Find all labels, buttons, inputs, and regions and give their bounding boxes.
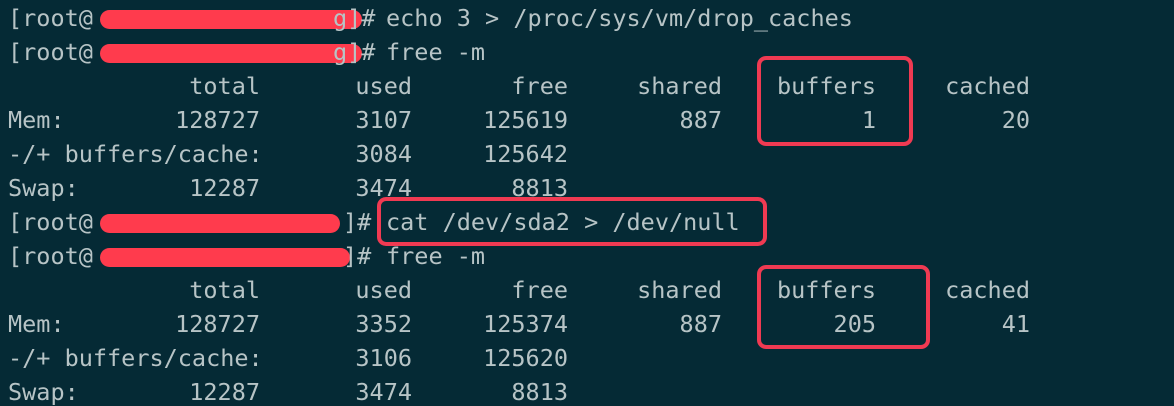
buffers-highlight-box-2 bbox=[757, 265, 930, 349]
redacted-hostname bbox=[100, 44, 362, 63]
mem-cached: 41 bbox=[1001, 310, 1030, 338]
mem-cached: 20 bbox=[1001, 106, 1030, 134]
prompt-suffix: ]# bbox=[343, 208, 372, 236]
header-used: used bbox=[355, 276, 412, 304]
row-label: -/+ buffers/cache: bbox=[8, 140, 263, 168]
mem-row: Mem: 128727 3352 125374 887 205 41 bbox=[8, 307, 1174, 341]
swap-total: 12287 bbox=[189, 174, 260, 202]
prompt-prefix: [root@ bbox=[8, 242, 93, 270]
mem-total: 128727 bbox=[175, 310, 260, 338]
buffers-highlight-box-1 bbox=[757, 56, 913, 146]
mem-shared: 887 bbox=[679, 310, 722, 338]
free-header-row: total used free shared buffers cached bbox=[8, 69, 1174, 103]
swap-row: Swap: 12287 3474 8813 bbox=[8, 375, 1174, 406]
header-free: free bbox=[511, 276, 568, 304]
free-header-row: total used free shared buffers cached bbox=[8, 273, 1174, 307]
header-shared: shared bbox=[637, 276, 722, 304]
command-line-free-1: [root@ g]# free -m bbox=[8, 35, 1174, 69]
swap-free: 8813 bbox=[511, 378, 568, 406]
row-label: Swap: bbox=[8, 378, 79, 406]
mem-used: 3352 bbox=[355, 310, 412, 338]
mem-free: 125619 bbox=[483, 106, 568, 134]
swap-used: 3474 bbox=[355, 378, 412, 406]
row-label: Mem: bbox=[8, 106, 65, 134]
command-text: echo 3 > /proc/sys/vm/drop_caches bbox=[386, 4, 853, 32]
row-label: Mem: bbox=[8, 310, 65, 338]
prompt-prefix: [root@ bbox=[8, 38, 93, 66]
bufcache-free: 125620 bbox=[483, 344, 568, 372]
mem-total: 128727 bbox=[175, 106, 260, 134]
prompt-suffix: g]# bbox=[333, 4, 376, 32]
bufcache-row: -/+ buffers/cache: 3084 125642 bbox=[8, 137, 1174, 171]
redacted-hostname bbox=[100, 248, 350, 267]
prompt-suffix: g]# bbox=[333, 38, 376, 66]
header-cached: cached bbox=[945, 72, 1030, 100]
header-shared: shared bbox=[637, 72, 722, 100]
bufcache-used: 3106 bbox=[355, 344, 412, 372]
mem-shared: 887 bbox=[679, 106, 722, 134]
mem-row: Mem: 128727 3107 125619 887 1 20 bbox=[8, 103, 1174, 137]
command-text: free -m bbox=[386, 38, 486, 66]
bufcache-used: 3084 bbox=[355, 140, 412, 168]
terminal-window[interactable]: [root@ g]# echo 3 > /proc/sys/vm/drop_ca… bbox=[0, 0, 1174, 406]
bufcache-free: 125642 bbox=[483, 140, 568, 168]
command-line-drop-caches: [root@ g]# echo 3 > /proc/sys/vm/drop_ca… bbox=[8, 1, 1174, 35]
header-total: total bbox=[189, 72, 260, 100]
swap-total: 12287 bbox=[189, 378, 260, 406]
redacted-hostname bbox=[100, 214, 340, 233]
cat-command-highlight-box bbox=[377, 197, 767, 246]
header-cached: cached bbox=[945, 276, 1030, 304]
header-used: used bbox=[355, 72, 412, 100]
header-total: total bbox=[189, 276, 260, 304]
row-label: -/+ buffers/cache: bbox=[8, 344, 263, 372]
redacted-hostname bbox=[100, 10, 362, 29]
prompt-prefix: [root@ bbox=[8, 4, 93, 32]
prompt-suffix: ]# bbox=[343, 242, 372, 270]
mem-used: 3107 bbox=[355, 106, 412, 134]
mem-free: 125374 bbox=[483, 310, 568, 338]
bufcache-row: -/+ buffers/cache: 3106 125620 bbox=[8, 341, 1174, 375]
prompt-prefix: [root@ bbox=[8, 208, 93, 236]
row-label: Swap: bbox=[8, 174, 79, 202]
header-free: free bbox=[511, 72, 568, 100]
